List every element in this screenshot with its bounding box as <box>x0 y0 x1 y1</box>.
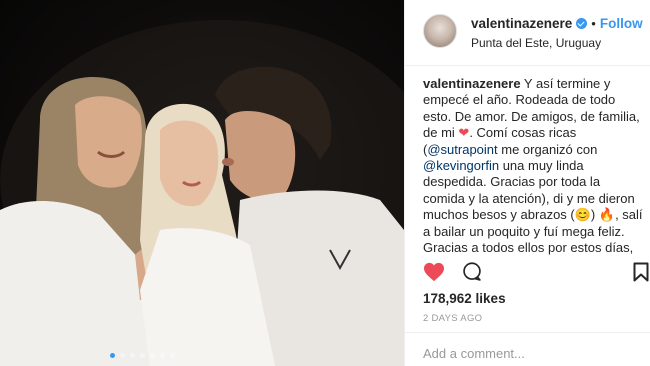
carousel-dot[interactable] <box>160 353 165 358</box>
separator-dot: • <box>591 15 596 31</box>
caption-username[interactable]: valentinazenere <box>423 76 521 91</box>
heart-filled-icon <box>424 262 444 282</box>
likes-count[interactable]: 178,962 likes <box>423 291 506 306</box>
carousel-dot[interactable] <box>170 353 175 358</box>
user-row: valentinazenere • Follow <box>471 13 643 33</box>
fire-emoji: 🔥 <box>598 207 616 223</box>
carousel-indicator <box>110 353 175 358</box>
avatar[interactable] <box>423 14 457 48</box>
post-caption: valentinazenere Y así termine y empecé e… <box>423 76 645 256</box>
comment-bubble-icon <box>463 262 481 281</box>
carousel-dot[interactable] <box>150 353 155 358</box>
header-text: valentinazenere • Follow Punta del Este,… <box>471 13 643 51</box>
comment-input[interactable] <box>423 346 633 361</box>
carousel-dot[interactable] <box>140 353 145 358</box>
follow-button[interactable]: Follow <box>600 16 643 31</box>
post-timestamp[interactable]: 2 DAYS AGO <box>423 313 482 324</box>
heart-filled-icon[interactable] <box>423 262 445 287</box>
carousel-dot[interactable] <box>110 353 115 358</box>
post-sidebar: valentinazenere • Follow Punta del Este,… <box>404 0 650 366</box>
username-link[interactable]: valentinazenere <box>471 16 572 31</box>
bookmark-icon <box>633 262 649 282</box>
carousel-dot[interactable] <box>120 353 125 358</box>
verified-badge-icon <box>576 17 588 29</box>
mention-link[interactable]: @kevingorfin <box>423 158 499 173</box>
location-link[interactable]: Punta del Este, Uruguay <box>471 36 643 50</box>
post-photo[interactable] <box>0 0 404 366</box>
caption-text: me organizó con <box>497 141 598 157</box>
caption-text: ) <box>590 207 599 223</box>
red-heart-emoji: ❤ <box>458 125 470 141</box>
comment-form <box>405 332 650 366</box>
smiling-face-emoji: 😊 <box>574 207 591 223</box>
comment-bubble-icon[interactable] <box>462 262 482 287</box>
action-bar <box>423 262 649 287</box>
carousel-dot[interactable] <box>130 353 135 358</box>
photo-illustration <box>0 20 404 366</box>
bookmark-icon[interactable] <box>633 262 649 287</box>
mention-link[interactable]: @sutrapoint <box>427 142 497 157</box>
post-header: valentinazenere • Follow Punta del Este,… <box>405 0 650 66</box>
